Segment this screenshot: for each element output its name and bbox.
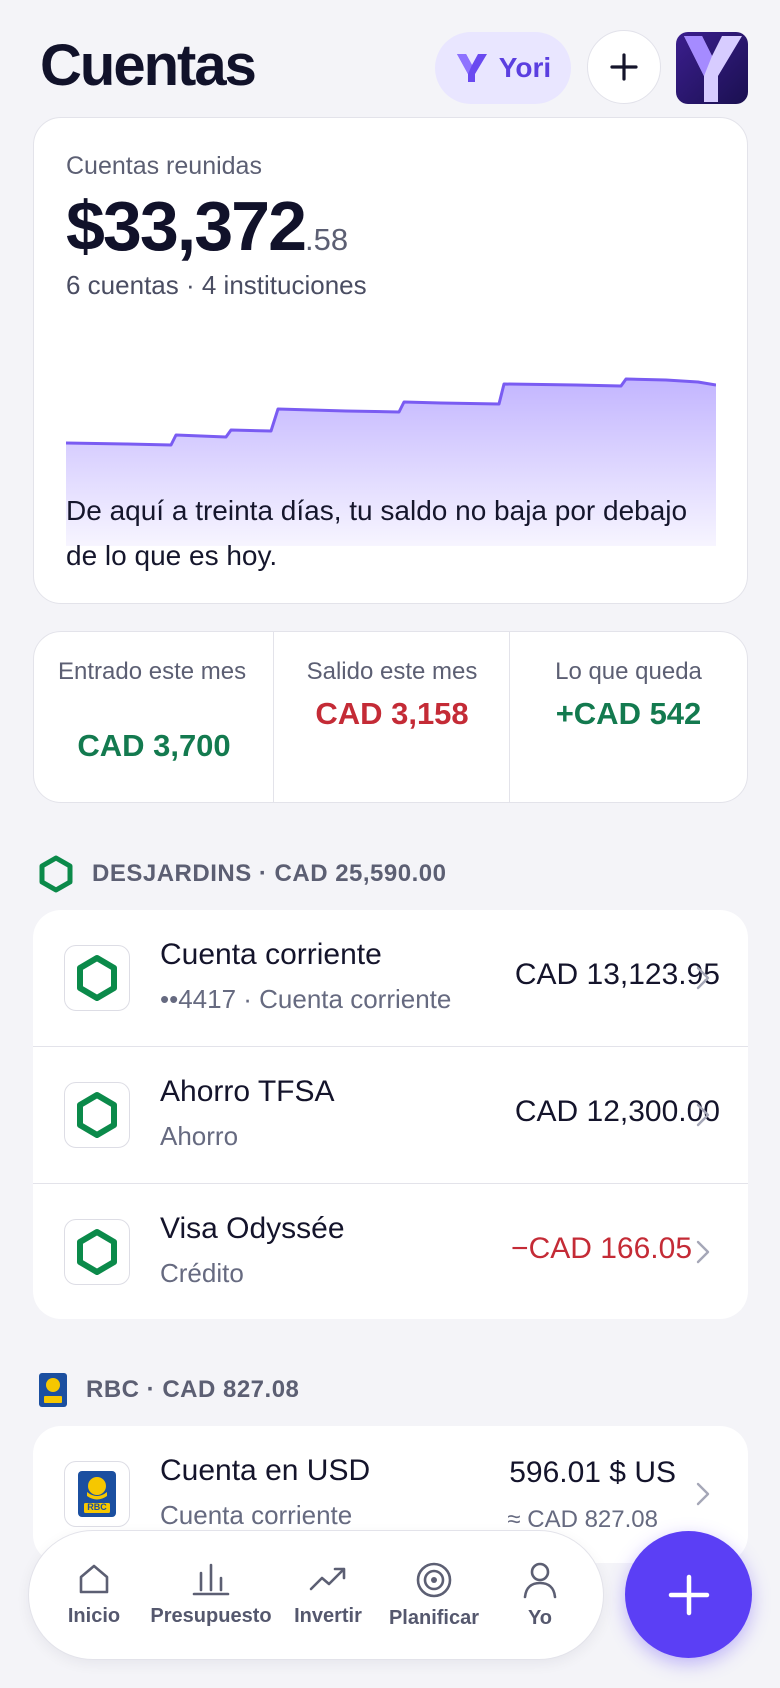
account-row[interactable]: Visa Odyssée Crédito −CAD 166.05 — [33, 1184, 748, 1319]
summary-label: Cuentas reunidas — [66, 152, 262, 180]
nav-label: Presupuesto — [150, 1605, 272, 1627]
desjardins-hexagon-icon — [77, 1092, 117, 1138]
chevron-right-icon — [696, 1482, 710, 1506]
remaining-value: +CAD 542 — [555, 696, 702, 731]
nav-label: Inicio — [67, 1605, 121, 1627]
account-name: Cuenta en USD — [160, 1454, 371, 1487]
account-balance: CAD 12,300.00 — [514, 1095, 720, 1128]
rbc-lion-icon — [39, 1373, 67, 1407]
nav-label: Invertir — [294, 1605, 362, 1627]
bar-chart-icon — [192, 1563, 230, 1596]
account-name: Visa Odyssée — [160, 1212, 345, 1245]
account-balance: CAD 13,123.95 — [514, 958, 720, 991]
account-name: Cuenta corriente — [160, 938, 382, 971]
accounts-summary-card[interactable]: Cuentas reunidas $33,372.58 6 cuentas · … — [33, 117, 748, 604]
spending-label: Salido este mes — [306, 658, 478, 685]
assistant-chip-label: Yori — [498, 52, 552, 83]
desjardins-hexagon-icon — [77, 1229, 117, 1275]
summary-subtitle: 6 cuentas · 4 instituciones — [66, 270, 367, 300]
page-title: Cuentas — [40, 33, 257, 98]
chevron-right-icon — [696, 1103, 710, 1127]
account-meta: Crédito — [160, 1258, 244, 1288]
institution-header-rbc: RBC · CAD 827.08 — [38, 1372, 299, 1408]
account-meta: ••4417 · Cuenta corriente — [160, 984, 452, 1014]
total-balance-cents: .58 — [305, 222, 349, 257]
remaining-cell: Lo que queda +CAD 542 — [510, 632, 747, 802]
nav-item-invertir[interactable]: Invertir — [268, 1561, 388, 1628]
bottom-nav: Inicio Presupuesto Invertir Planificar Y… — [28, 1530, 604, 1660]
desjardins-accounts-list: Cuenta corriente ••4417 · Cuenta corrien… — [33, 910, 748, 1319]
app-logo-icon — [684, 36, 742, 102]
plus-icon — [610, 53, 638, 81]
institution-header-label: RBC · CAD 827.08 — [86, 1376, 300, 1403]
account-meta: Cuenta corriente — [160, 1500, 353, 1530]
income-value: CAD 3,700 — [77, 728, 231, 763]
nav-item-planificar[interactable]: Planificar — [374, 1561, 494, 1630]
chevron-right-icon — [696, 966, 710, 990]
nav-item-yo[interactable]: Yo — [480, 1561, 600, 1630]
account-logo — [64, 945, 130, 1011]
yori-logo-icon — [456, 54, 487, 82]
trend-up-icon — [309, 1567, 346, 1591]
institution-header-desjardins: DESJARDINS · CAD 25,590.00 — [38, 855, 446, 893]
account-name: Ahorro TFSA — [160, 1075, 335, 1108]
account-logo: RBC — [64, 1461, 130, 1527]
nav-label: Planificar — [388, 1607, 480, 1629]
desjardins-hexagon-icon — [77, 955, 117, 1001]
account-logo — [64, 1082, 130, 1148]
account-meta: Ahorro — [160, 1121, 239, 1151]
add-transaction-fab[interactable] — [625, 1531, 752, 1658]
home-icon — [79, 1564, 109, 1594]
total-balance: $33,372.58 — [66, 186, 348, 266]
total-balance-main: $33,372 — [66, 187, 307, 265]
chevron-right-icon — [696, 1240, 710, 1264]
assistant-chip[interactable]: Yori — [435, 32, 571, 104]
nav-item-inicio[interactable]: Inicio — [34, 1561, 154, 1628]
institution-header-label: DESJARDINS · CAD 25,590.00 — [92, 860, 447, 887]
nav-label: Yo — [527, 1607, 553, 1629]
nav-item-presupuesto[interactable]: Presupuesto — [150, 1561, 272, 1628]
rbc-logo-text: RBC — [87, 1502, 107, 1512]
income-cell: Entrado este mes CAD 3,700 — [34, 632, 274, 802]
income-label: Entrado este mes — [58, 658, 247, 685]
forecast-note: De aquí a treinta días, tu saldo no baja… — [66, 495, 688, 571]
account-balance: −CAD 166.05 — [511, 1232, 692, 1265]
account-logo — [64, 1219, 130, 1285]
person-icon — [523, 1562, 557, 1599]
remaining-label: Lo que queda — [555, 658, 702, 685]
monthly-flow-card: Entrado este mes CAD 3,700 Salido este m… — [33, 631, 748, 803]
account-row[interactable]: Ahorro TFSA Ahorro CAD 12,300.00 — [33, 1047, 748, 1184]
add-account-button[interactable] — [587, 30, 661, 104]
desjardins-hexagon-icon — [39, 855, 73, 893]
account-balance: 596.01 $ US — [509, 1456, 676, 1489]
profile-logo-button[interactable] — [676, 32, 748, 104]
target-icon — [416, 1562, 452, 1598]
spending-cell: Salido este mes CAD 3,158 — [274, 632, 510, 802]
plus-icon — [668, 1574, 709, 1615]
account-row[interactable]: Cuenta corriente ••4417 · Cuenta corrien… — [33, 910, 748, 1047]
header: Cuentas Yori — [0, 0, 780, 118]
spending-value: CAD 3,158 — [315, 696, 469, 731]
